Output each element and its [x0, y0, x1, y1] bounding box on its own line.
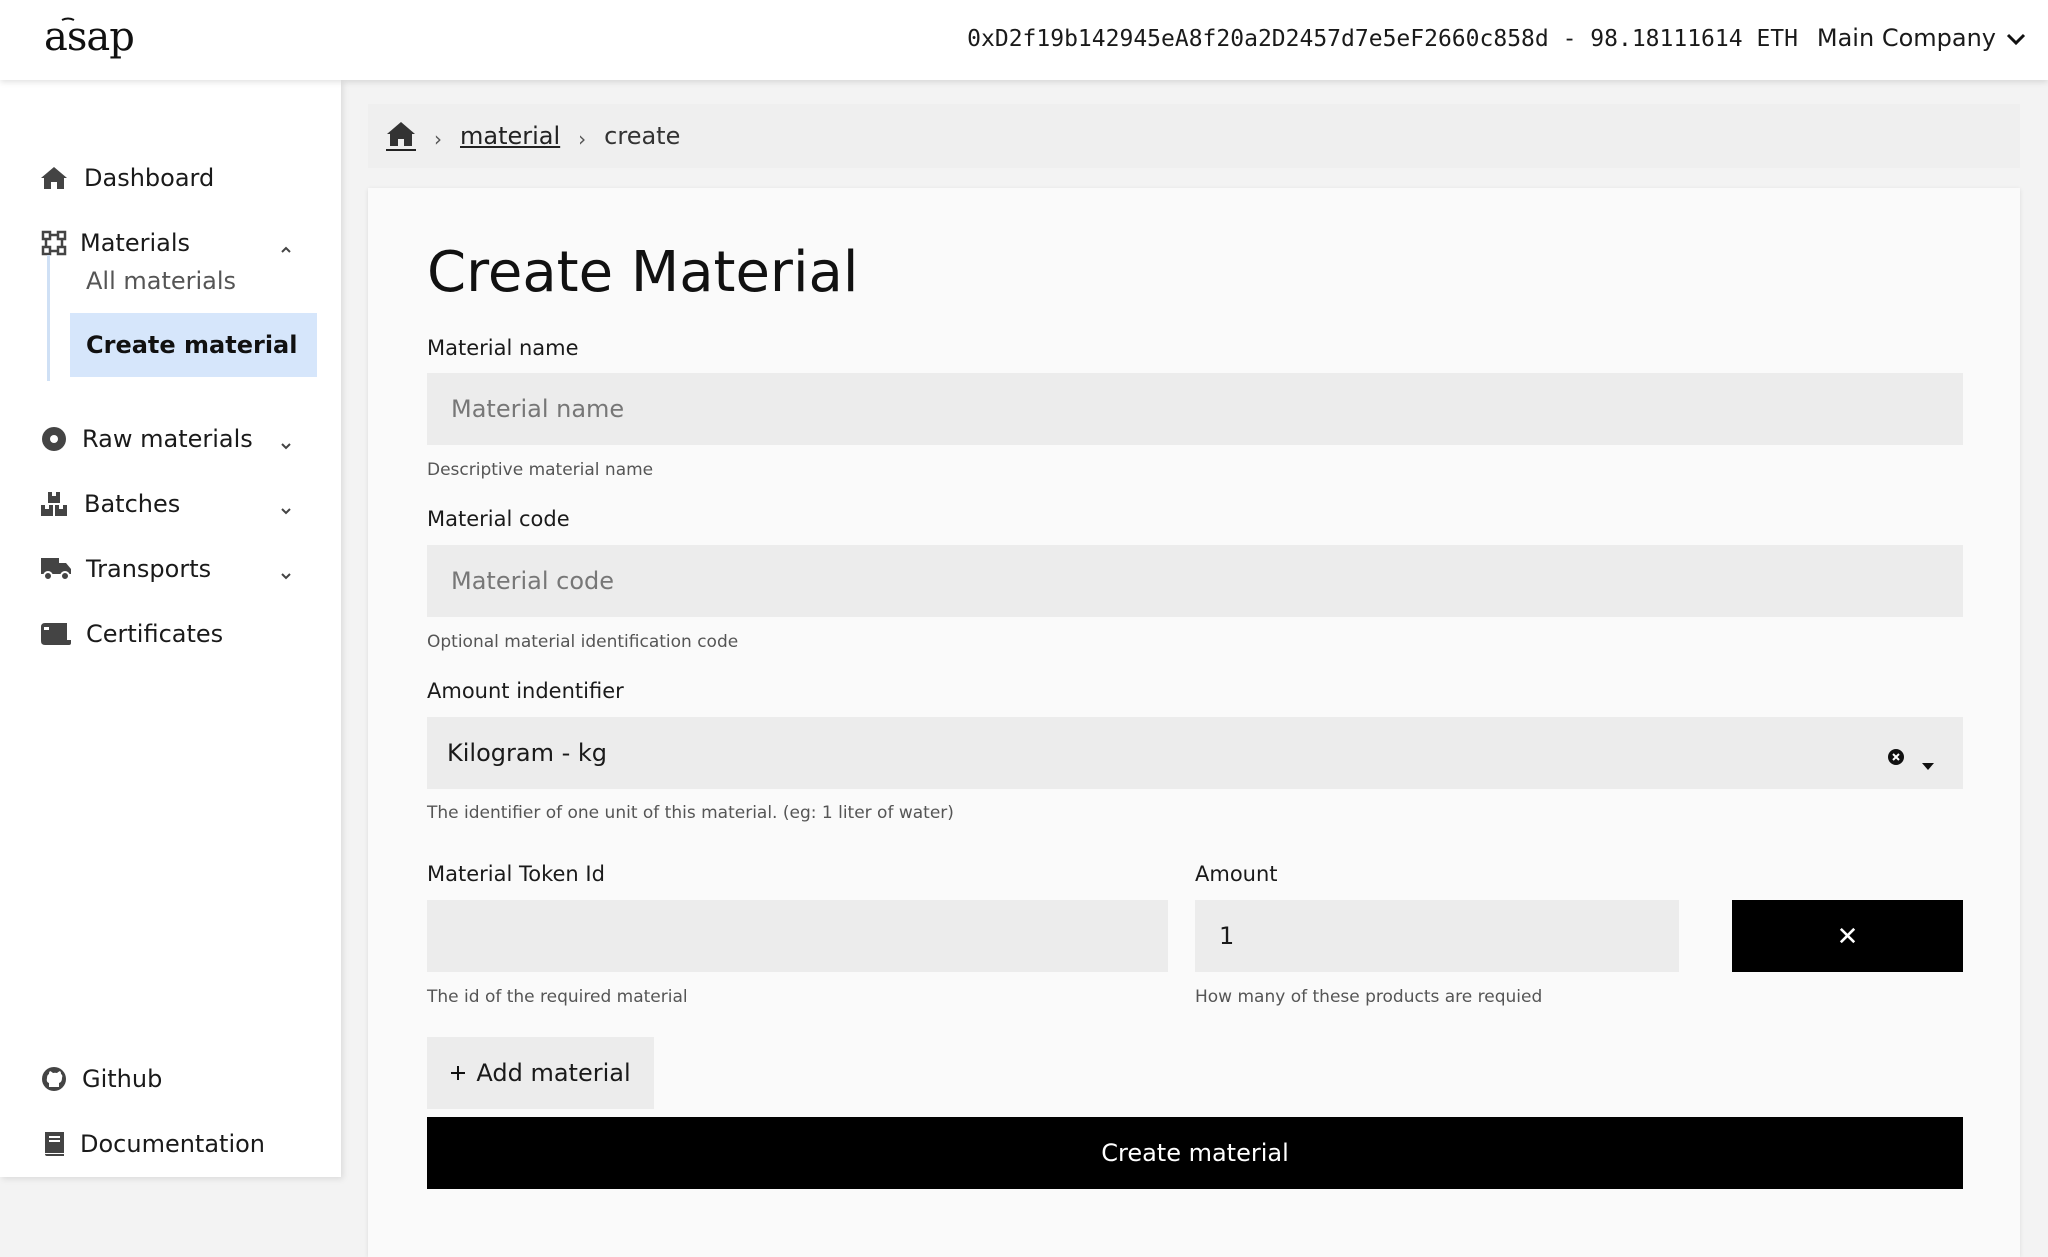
certificate-icon: [40, 620, 72, 648]
plus-icon: [450, 1059, 466, 1087]
batches-icon: [40, 490, 68, 518]
material-name-help: Descriptive material name: [427, 460, 654, 480]
create-material-button[interactable]: Create material: [427, 1117, 1963, 1189]
page-title: Create Material: [427, 240, 859, 305]
sidebar-item-label: Documentation: [80, 1130, 266, 1158]
sidebar-subitem-label: Create material: [86, 331, 298, 359]
material-code-input[interactable]: [427, 545, 1963, 617]
amount-identifier-select[interactable]: Kilogram - kg: [427, 717, 1963, 789]
sidebar-item-github[interactable]: Github: [0, 1051, 341, 1107]
sidebar-item-label: Raw materials: [82, 425, 253, 453]
sidebar-item-dashboard[interactable]: Dashboard: [0, 150, 341, 206]
chevron-up-icon: [279, 235, 293, 253]
amount-input[interactable]: [1195, 900, 1679, 972]
amount-identifier-label: Amount indentifier: [427, 679, 624, 703]
clear-circle-icon[interactable]: [1887, 744, 1905, 765]
breadcrumb: › material › create: [368, 104, 2020, 168]
sidebar-item-raw-materials[interactable]: Raw materials: [0, 411, 341, 467]
materials-icon: [40, 229, 68, 257]
sidebar-item-label: Batches: [84, 490, 181, 518]
amount-identifier-value: Kilogram - kg: [447, 739, 607, 767]
breadcrumb-separator: ›: [578, 127, 587, 151]
remove-material-button[interactable]: ✕: [1732, 900, 1963, 972]
add-material-button[interactable]: Add material: [427, 1037, 654, 1109]
top-header: asap 0xD2f19b142945eA8f20a2D2457d7e5eF26…: [0, 0, 2048, 80]
home-icon: [40, 164, 68, 192]
truck-icon: [40, 555, 72, 583]
svg-text:asap: asap: [44, 16, 134, 60]
company-name: Main Company: [1816, 24, 1996, 52]
add-material-label: Add material: [476, 1059, 631, 1087]
breadcrumb-current: create: [604, 122, 681, 150]
token-id-help: The id of the required material: [427, 987, 688, 1007]
sidebar-item-documentation[interactable]: Documentation: [0, 1116, 341, 1172]
sidebar: Dashboard Materials All materials Create…: [0, 80, 341, 1177]
sidebar-subitem-create-material[interactable]: Create material: [70, 313, 317, 377]
close-icon: ✕: [1836, 920, 1859, 951]
sidebar-subitem-label: All materials: [86, 267, 237, 295]
breadcrumb-link-material[interactable]: material: [460, 122, 560, 150]
caret-down-icon[interactable]: [1921, 749, 1935, 770]
book-icon: [40, 1130, 68, 1158]
amount-help: How many of these products are requied: [1195, 987, 1543, 1007]
material-code-label: Material code: [427, 507, 570, 531]
amount-label: Amount: [1195, 862, 1278, 886]
sidebar-item-label: Certificates: [86, 620, 224, 648]
sidebar-item-label: Dashboard: [84, 164, 215, 192]
sidebar-item-label: Transports: [86, 555, 212, 583]
amount-identifier-help: The identifier of one unit of this mater…: [427, 803, 954, 823]
wallet-address-balance: 0xD2f19b142945eA8f20a2D2457d7e5eF2660c85…: [967, 26, 1798, 52]
home-icon[interactable]: [386, 121, 416, 151]
token-id-label: Material Token Id: [427, 862, 605, 886]
chevron-down-icon: [279, 431, 293, 450]
material-name-input[interactable]: [427, 373, 1963, 445]
breadcrumb-separator: ›: [434, 127, 442, 151]
sidebar-item-batches[interactable]: Batches: [0, 476, 341, 532]
chevron-down-icon: [279, 561, 293, 580]
sidebar-item-label: Github: [82, 1065, 163, 1093]
token-id-input[interactable]: [427, 900, 1168, 972]
github-icon: [40, 1065, 68, 1093]
sidebar-item-certificates[interactable]: Certificates: [0, 606, 341, 662]
chevron-down-icon: [279, 496, 293, 515]
company-selector[interactable]: Main Company: [1817, 24, 2026, 52]
material-code-help: Optional material identification code: [427, 632, 739, 652]
raw-materials-icon: [40, 425, 68, 453]
create-material-label: Create material: [1101, 1139, 1289, 1167]
chevron-down-icon: [2006, 24, 2026, 52]
material-name-label: Material name: [427, 336, 579, 360]
asap-logo[interactable]: asap: [44, 16, 152, 68]
sidebar-item-transports[interactable]: Transports: [0, 541, 341, 597]
submenu-line: [47, 255, 50, 381]
sidebar-subitem-all-materials[interactable]: All materials: [70, 249, 317, 313]
